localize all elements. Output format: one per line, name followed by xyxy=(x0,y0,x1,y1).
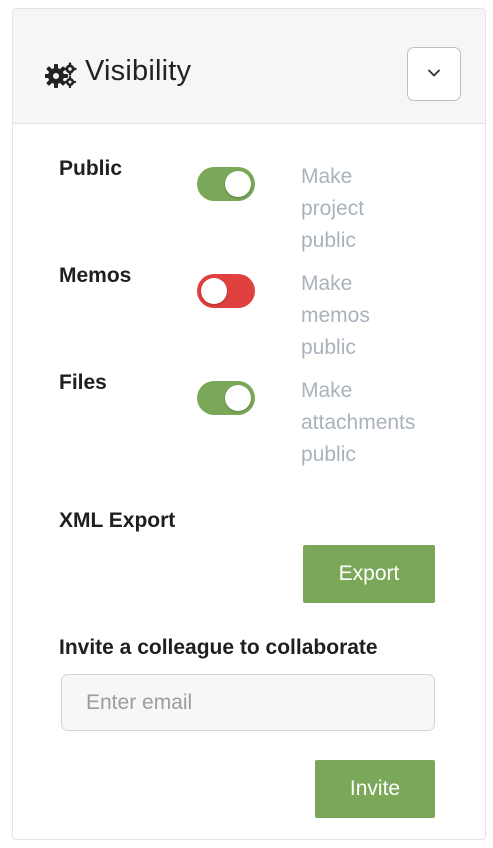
panel-title: Visibility xyxy=(85,55,192,87)
description-line: public xyxy=(301,443,356,466)
description-line: attachments xyxy=(301,411,416,434)
memos-label: Memos xyxy=(59,264,132,287)
xml-export-label: XML Export xyxy=(59,509,176,532)
invite-label: Invite a colleague to collaborate xyxy=(59,636,378,659)
memos-toggle[interactable] xyxy=(197,274,255,308)
files-toggle[interactable] xyxy=(197,381,255,415)
files-description: Make attachments public xyxy=(301,375,471,471)
cogs-icon xyxy=(44,61,77,89)
invite-button[interactable]: Invite xyxy=(315,760,435,818)
panel-header: Visibility xyxy=(13,9,485,124)
memos-description: Make memos public xyxy=(301,268,471,364)
toggle-knob xyxy=(225,171,251,197)
chevron-down-icon xyxy=(428,69,440,77)
description-line: project xyxy=(301,197,365,220)
toggle-knob xyxy=(225,385,251,411)
description-line: Make xyxy=(301,165,353,188)
visibility-panel: Visibility Public Make project public Me… xyxy=(12,8,486,840)
public-toggle[interactable] xyxy=(197,167,255,201)
public-label: Public xyxy=(59,157,123,180)
toggle-knob xyxy=(201,278,227,304)
collapse-button[interactable] xyxy=(407,47,461,101)
description-line: public xyxy=(301,229,356,252)
files-label: Files xyxy=(59,371,107,394)
email-input[interactable] xyxy=(61,674,435,731)
export-button[interactable]: Export xyxy=(303,545,435,603)
description-line: Make xyxy=(301,379,353,402)
description-line: public xyxy=(301,336,356,359)
description-line: memos xyxy=(301,304,370,327)
public-description: Make project public xyxy=(301,161,471,257)
description-line: Make xyxy=(301,272,353,295)
